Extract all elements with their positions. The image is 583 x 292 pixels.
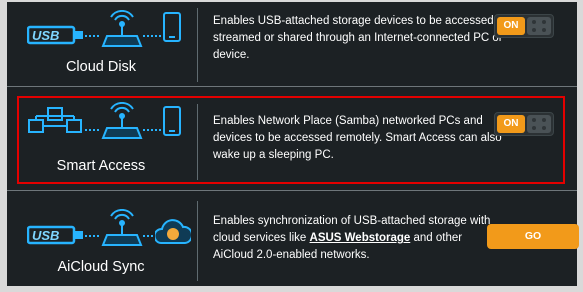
- row-aicloud-sync: USB AiCloud Sync Enables synchronization…: [7, 191, 579, 286]
- cloud-disk-label: Cloud Disk: [65, 59, 137, 75]
- dash-connector: [85, 35, 101, 37]
- asus-webstorage-link[interactable]: ASUS Webstorage: [310, 232, 411, 244]
- router-icon: [101, 209, 143, 246]
- usb-icon: USB: [27, 25, 83, 45]
- dash-connector: [85, 235, 101, 237]
- dot-connector: [143, 35, 161, 37]
- aicloud-sync-label: AiCloud Sync: [57, 259, 145, 275]
- svg-text:USB: USB: [32, 28, 59, 43]
- cloud-icon: [155, 219, 191, 244]
- row-divider: [197, 201, 198, 281]
- frame-right: [577, 0, 583, 292]
- cloud-disk-description: Enables USB-attached storage devices to …: [213, 15, 503, 61]
- toggle-knob: [527, 17, 551, 35]
- aicloud-go-button[interactable]: GO: [487, 224, 579, 249]
- row-divider: [197, 8, 198, 82]
- phone-icon: [163, 12, 181, 42]
- svg-text:USB: USB: [32, 228, 59, 243]
- router-icon: [101, 10, 143, 47]
- row-separator: [7, 86, 577, 87]
- frame-left: [0, 0, 7, 292]
- cloud-disk-toggle[interactable]: ON: [494, 14, 554, 38]
- aicloud-sync-description: Enables synchronization of USB-attached …: [213, 213, 503, 264]
- frame-bottom: [0, 286, 583, 292]
- row-cloud-disk: USB Cloud Disk Enables USB-attached stor…: [7, 2, 577, 86]
- toggle-on-label: ON: [497, 17, 525, 35]
- usb-icon: USB: [27, 225, 83, 245]
- smart-access-highlight-box: [17, 96, 565, 184]
